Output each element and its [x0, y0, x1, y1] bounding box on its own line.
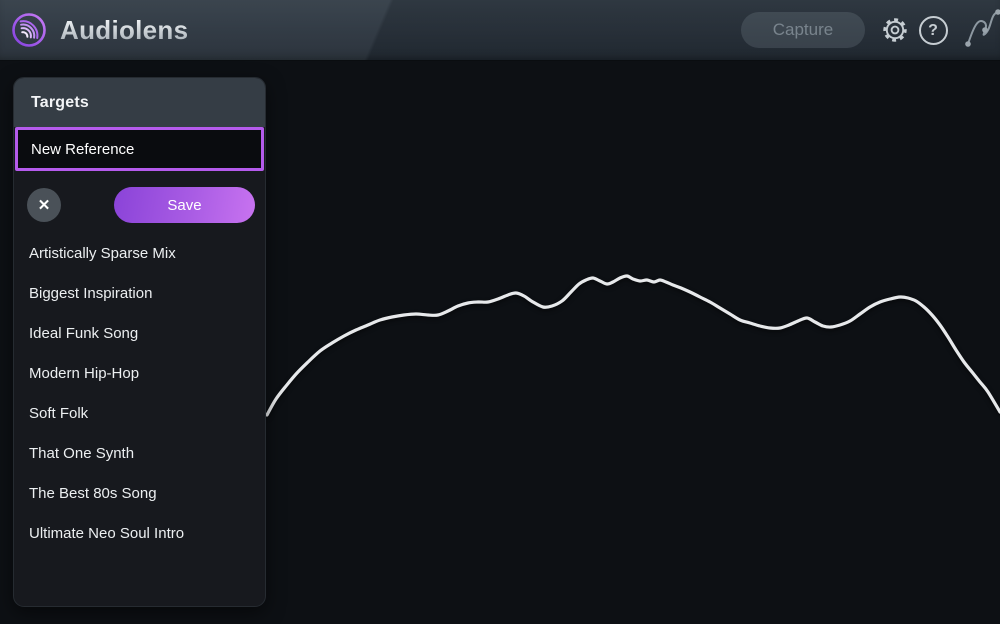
capture-button[interactable]: Capture: [741, 12, 865, 48]
save-button[interactable]: Save: [114, 187, 255, 223]
target-item-biggest-inspiration[interactable]: Biggest Inspiration: [14, 274, 265, 314]
settings-button[interactable]: [878, 13, 912, 47]
signal-chain-button[interactable]: [954, 4, 1000, 56]
target-item-that-one-synth[interactable]: That One Synth: [14, 434, 265, 474]
audiolens-logo-icon: [9, 10, 49, 50]
help-icon: ?: [919, 16, 948, 45]
reference-actions: ✕ Save: [14, 187, 265, 223]
topbar: Audiolens Capture ?: [0, 0, 1000, 60]
target-item-soft-folk[interactable]: Soft Folk: [14, 394, 265, 434]
reference-name-input[interactable]: [15, 127, 264, 171]
spectrum-line: [267, 276, 1000, 415]
targets-panel: Targets ✕ Save Artistically Sparse Mix B…: [13, 77, 266, 607]
close-icon: ✕: [38, 196, 51, 214]
app-title: Audiolens: [60, 15, 188, 46]
help-button[interactable]: ?: [916, 13, 950, 47]
gear-icon: [880, 15, 910, 45]
panel-title: Targets: [31, 94, 89, 112]
targets-panel-header: Targets: [14, 78, 265, 127]
target-item-artistically-sparse-mix[interactable]: Artistically Sparse Mix: [14, 234, 265, 274]
target-item-the-best-80s-song[interactable]: The Best 80s Song: [14, 474, 265, 514]
target-item-modern-hip-hop[interactable]: Modern Hip-Hop: [14, 354, 265, 394]
signal-wave-icon: [954, 4, 1000, 56]
target-list: Artistically Sparse Mix Biggest Inspirat…: [14, 234, 265, 554]
target-item-ideal-funk-song[interactable]: Ideal Funk Song: [14, 314, 265, 354]
cancel-reference-button[interactable]: ✕: [27, 188, 61, 222]
target-item-ultimate-neo-soul-intro[interactable]: Ultimate Neo Soul Intro: [14, 514, 265, 554]
